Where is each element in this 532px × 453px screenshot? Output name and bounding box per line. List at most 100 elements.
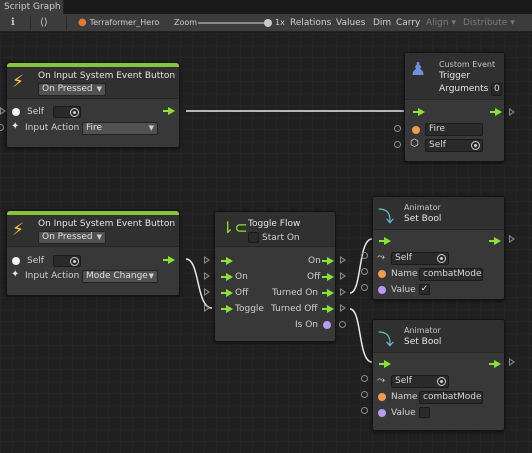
event-node-fire[interactable]: ⚡ On Input System Event Button On Presse…	[6, 62, 180, 148]
toggle-in-on-port[interactable]	[204, 272, 210, 280]
string-port[interactable]	[412, 126, 420, 134]
trigger-out-port[interactable]	[509, 108, 515, 116]
setbool2-value-in-port[interactable]	[361, 407, 368, 414]
input-action-label: Input Action	[25, 271, 80, 281]
name-label: Name	[391, 392, 418, 402]
toggle-out-off-port[interactable]	[340, 272, 346, 280]
in-toggle-label: Toggle	[235, 304, 264, 314]
target-icon[interactable]	[70, 108, 79, 117]
flow-input-port[interactable]	[413, 108, 425, 116]
node-title: Trigger	[439, 71, 471, 81]
flow-input-off[interactable]	[221, 289, 233, 297]
chevron-down-icon: ▼	[96, 85, 102, 93]
start-on-label: Start On	[262, 233, 300, 243]
animator-self-icon: ⤳	[377, 375, 385, 386]
flow-input-on[interactable]	[221, 273, 233, 281]
flow-input-toggle[interactable]	[221, 305, 233, 313]
toggle-out-turned-on-port[interactable]	[340, 288, 346, 296]
input-action-dropdown[interactable]: Mode Change ▼	[82, 270, 158, 283]
flow-output-port[interactable]	[490, 108, 502, 116]
flow-input-port[interactable]	[379, 360, 391, 368]
toggle-out-on-port[interactable]	[340, 256, 346, 264]
arguments-count-field[interactable]: 0	[491, 83, 502, 96]
is-on-port[interactable]	[323, 321, 331, 329]
out-is-on-label: Is On	[295, 320, 318, 330]
bool-port[interactable]	[378, 286, 386, 294]
toggle-flow-node[interactable]: ⇂⊂ Toggle Flow Start On On On Off Off Tu…	[214, 211, 336, 342]
node-subtitle: Animator	[404, 203, 441, 212]
event-color-bar	[7, 63, 179, 67]
value-checkbox[interactable]	[419, 407, 430, 418]
arguments-label: Arguments	[439, 84, 489, 94]
value-label: Value	[391, 285, 416, 295]
mode-dropdown[interactable]: On Pressed ▼	[38, 83, 106, 96]
input-action-label: Input Action	[25, 123, 80, 133]
self-port[interactable]	[12, 257, 20, 265]
string-port[interactable]	[378, 270, 386, 278]
animator-icon: ⤵	[378, 207, 395, 226]
input-action-icon: ✦	[11, 269, 20, 280]
setbool1-name-in-port[interactable]	[361, 268, 368, 275]
flow-output-port[interactable]	[489, 360, 501, 368]
flow-output-port[interactable]	[489, 237, 501, 245]
wire-turnedoff-setbool2	[349, 308, 373, 363]
custom-event-icon: ♟	[410, 59, 427, 80]
setbool2-out-port[interactable]	[509, 358, 515, 366]
toggle-in-off-port[interactable]	[204, 288, 210, 296]
animator-set-bool-node-1[interactable]: ⤵ Animator Set Bool ⤳ Self Name combatMo…	[372, 196, 505, 300]
start-on-checkbox[interactable]	[248, 232, 259, 243]
name-field[interactable]: combatMode	[419, 268, 483, 281]
name-label: Name	[391, 269, 418, 279]
flow-input-port[interactable]	[379, 237, 391, 245]
target-icon[interactable]	[437, 377, 446, 386]
self-port[interactable]	[12, 108, 20, 116]
setbool1-self-in-port[interactable]	[361, 252, 368, 259]
flow-output-port[interactable]	[163, 256, 175, 264]
toggle-out-turned-off-port[interactable]	[340, 304, 346, 312]
value-checkbox[interactable]: ✓	[419, 284, 430, 295]
target-icon[interactable]	[471, 141, 480, 150]
animator-set-bool-node-2[interactable]: ⤵ Animator Set Bool ⤳ Self Name combatMo…	[372, 319, 505, 431]
flow-output-on[interactable]	[322, 257, 334, 265]
node-title: Set Bool	[404, 337, 442, 347]
trigger-custom-event-node[interactable]: ♟ Custom Event Trigger Arguments 0 Fire …	[404, 52, 505, 162]
input-action-dropdown[interactable]: Fire ▼	[82, 122, 158, 135]
target-icon[interactable]	[70, 257, 79, 266]
name-field[interactable]: combatMode	[419, 391, 483, 404]
wire-event2-toggle	[185, 258, 213, 309]
toggle-in-toggle-port[interactable]	[204, 304, 210, 312]
self-label: Self	[27, 107, 44, 117]
target-icon[interactable]	[437, 254, 446, 263]
setbool2-self-in-port[interactable]	[361, 375, 368, 382]
bool-port[interactable]	[378, 409, 386, 417]
flow-output-turned-on[interactable]	[322, 289, 334, 297]
value-label: Value	[391, 408, 416, 418]
event-name-field[interactable]: Fire	[425, 123, 483, 136]
flow-output-turned-off[interactable]	[322, 305, 334, 313]
setbool1-out-port[interactable]	[509, 235, 515, 243]
node-title: Set Bool	[404, 214, 442, 224]
setbool2-name-in-port[interactable]	[361, 391, 368, 398]
in-off-label: Off	[235, 288, 249, 298]
flow-output-off[interactable]	[322, 273, 334, 281]
trigger-self-in-port[interactable]	[394, 141, 401, 148]
input-action-icon: ✦	[11, 121, 20, 132]
animator-icon: ⤵	[378, 330, 395, 349]
out-turned-off-label: Turned Off	[271, 304, 318, 314]
chevron-down-icon: ▼	[148, 124, 154, 132]
string-port[interactable]	[378, 393, 386, 401]
node-title: On Input System Event Button	[38, 71, 176, 81]
flow-input-port[interactable]	[221, 257, 233, 265]
chevron-down-icon: ▼	[96, 233, 102, 241]
setbool1-value-in-port[interactable]	[361, 284, 368, 291]
toggle-out-is-on-port[interactable]	[339, 321, 346, 328]
mode-dropdown[interactable]: On Pressed ▼	[38, 231, 106, 244]
toggle-icon: ⇂⊂	[221, 218, 248, 237]
self-label: Self	[27, 256, 44, 266]
event-node-mode-change[interactable]: ⚡ On Input System Event Button On Presse…	[6, 210, 180, 296]
toggle-in-port[interactable]	[204, 256, 210, 264]
trigger-name-in-port[interactable]	[394, 125, 401, 132]
bolt-icon: ⚡	[12, 220, 24, 240]
flow-output-port[interactable]	[163, 107, 175, 115]
out-turned-on-label: Turned On	[272, 288, 318, 298]
